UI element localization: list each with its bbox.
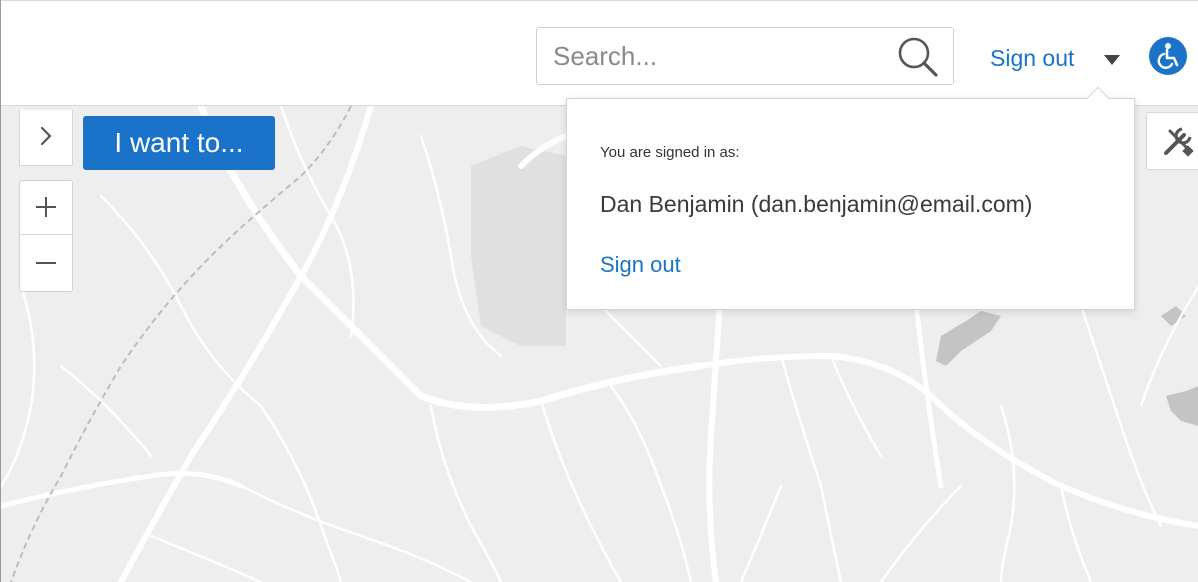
account-dropdown: You are signed in as: Dan Benjamin (dan.… (566, 98, 1135, 310)
caret-down-icon[interactable] (1103, 54, 1121, 66)
zoom-out-button[interactable] (20, 237, 72, 291)
header-signout-link[interactable]: Sign out (990, 45, 1074, 72)
panel-toggle-button[interactable] (19, 110, 73, 166)
tools-button[interactable] (1146, 112, 1198, 170)
zoom-in-button[interactable] (20, 181, 72, 235)
search-icon[interactable] (894, 35, 944, 79)
chevron-right-icon (40, 126, 52, 146)
user-identity: Dan Benjamin (dan.benjamin@email.com) (600, 191, 1033, 217)
search-input[interactable] (553, 38, 893, 74)
zoom-control (19, 180, 73, 292)
map-water (936, 311, 1001, 366)
minus-icon (36, 262, 56, 264)
search-box[interactable] (536, 27, 954, 85)
map-rail-line (10, 105, 352, 582)
map-land-area (471, 146, 566, 346)
header-bar: Sign out (1, 0, 1198, 106)
signed-in-label: You are signed in as: (600, 144, 740, 161)
plus-icon (36, 197, 56, 217)
accessibility-icon (1157, 43, 1179, 69)
dropdown-signout-link[interactable]: Sign out (600, 252, 681, 278)
accessibility-button[interactable] (1149, 37, 1187, 75)
map-water (1166, 386, 1198, 426)
tools-icon (1164, 127, 1194, 157)
app-window: Sign out (0, 0, 1198, 582)
i-want-to-button[interactable]: I want to... (83, 116, 275, 170)
